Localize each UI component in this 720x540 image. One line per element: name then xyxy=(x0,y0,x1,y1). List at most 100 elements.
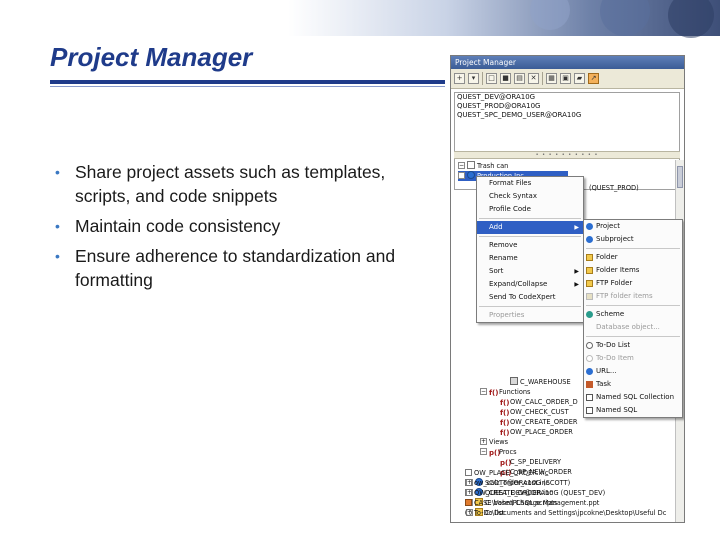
bullet-dot: • xyxy=(55,248,60,264)
tree-item-procs[interactable]: − p()Procs xyxy=(480,447,517,457)
dropdown-icon[interactable]: ▾ xyxy=(468,73,479,84)
submenu-item-folder[interactable]: Folder xyxy=(584,251,682,264)
print-icon[interactable]: ▤ xyxy=(514,73,525,84)
decor-orb xyxy=(530,0,570,30)
slide-title: Project Manager xyxy=(50,42,253,72)
menu-item-expand-collapse[interactable]: Expand/Collapse ▶ xyxy=(477,278,583,291)
bullet-item: • Ensure adherence to standardization and… xyxy=(55,246,396,290)
file-item[interactable]: OW_CREATE_ORDER.inc xyxy=(465,488,665,498)
tree-item-function[interactable]: f()OW_PLACE_ORDER xyxy=(500,427,573,437)
submenu-arrow-icon: ▶ xyxy=(574,281,579,288)
tree-item-views[interactable]: + Views xyxy=(480,437,508,447)
toolbar-separator xyxy=(542,72,543,85)
menu-item-sort[interactable]: Sort ▶ xyxy=(477,265,583,278)
menu-item-profile-code[interactable]: Profile Code xyxy=(477,203,583,216)
menu-item-check-syntax[interactable]: Check Syntax xyxy=(477,190,583,203)
url-icon xyxy=(586,368,593,375)
project-icon xyxy=(586,223,593,230)
file-icon xyxy=(465,489,472,496)
submenu-item-scheme[interactable]: Scheme xyxy=(584,308,682,321)
title-rule xyxy=(50,80,445,84)
submenu-item-subproject[interactable]: Subproject xyxy=(584,233,682,246)
submenu-item-ftp-folder-items[interactable]: FTP folder items xyxy=(584,290,682,303)
todo-icon xyxy=(586,342,593,349)
save-icon[interactable]: ■ xyxy=(500,73,511,84)
bullet-dot: • xyxy=(55,218,60,234)
splitter-handle[interactable]: • • • • • • • • • • xyxy=(454,151,680,159)
toolbar: + ▾ □ ■ ▤ ✕ ▦ ▣ ▰ ↗ xyxy=(451,69,684,89)
title-rule-thin xyxy=(50,86,445,87)
menu-separator xyxy=(586,336,680,337)
window-title: Project Manager xyxy=(451,56,684,69)
menu-item-format-files[interactable]: Format Files xyxy=(477,177,583,190)
menu-separator xyxy=(586,248,680,249)
tree-item-function[interactable]: f()OW_CALC_ORDER_D xyxy=(500,397,578,407)
menu-item-rename[interactable]: Rename xyxy=(477,252,583,265)
file-icon xyxy=(465,469,472,476)
submenu-item-named-sql[interactable]: Named SQL xyxy=(584,404,682,417)
file-item[interactable]: CASE based Change Management.ppt xyxy=(465,498,665,508)
function-icon: f() xyxy=(489,389,499,397)
project-connection: (QUEST_PROD) xyxy=(589,184,639,192)
bullet-item: • Maintain code consistency xyxy=(55,216,281,236)
tree-item-proc[interactable]: p()C_SP_DELIVERY xyxy=(500,457,561,467)
submenu-item-database-object[interactable]: Database object... xyxy=(584,321,682,334)
decor-orb xyxy=(668,0,714,38)
menu-separator xyxy=(479,306,581,307)
tree-item-function[interactable]: f()OW_CHECK_CUST xyxy=(500,407,569,417)
submenu-item-task[interactable]: Task xyxy=(584,378,682,391)
properties-icon[interactable]: ▣ xyxy=(560,73,571,84)
scrollbar-thumb[interactable] xyxy=(677,166,683,188)
header-banner xyxy=(0,0,720,38)
tree-item-warehouse[interactable]: C_WAREHOUSE xyxy=(510,377,571,387)
procedure-icon: p() xyxy=(489,449,501,457)
submenu-item-todo-list[interactable]: To-Do List xyxy=(584,339,682,352)
folder-items-icon xyxy=(586,267,593,274)
trash-icon xyxy=(467,161,475,169)
tree-item-trash[interactable]: − Trash can xyxy=(458,161,508,171)
project-manager-window: Project Manager + ▾ □ ■ ▤ ✕ ▦ ▣ ▰ ↗ QUES… xyxy=(450,55,685,523)
menu-item-properties[interactable]: Properties xyxy=(477,309,583,322)
file-item[interactable]: OW_PLACE_ORDER.inc xyxy=(465,468,665,478)
add-submenu: Project Subproject Folder Folder Items F… xyxy=(583,219,683,418)
delete-icon[interactable]: ✕ xyxy=(528,73,539,84)
connection-item[interactable]: QUEST_SPC_DEMO_USER@ORA10G xyxy=(455,111,679,120)
submenu-item-project[interactable]: Project xyxy=(584,220,682,233)
add-icon[interactable]: + xyxy=(454,73,465,84)
folder-open-icon[interactable]: ▰ xyxy=(574,73,585,84)
highlight-icon[interactable]: ↗ xyxy=(588,73,599,84)
procedure-icon: p() xyxy=(500,459,512,467)
submenu-item-todo-item[interactable]: To-Do Item xyxy=(584,352,682,365)
sql-collection-icon xyxy=(586,394,593,401)
submenu-item-folder-items[interactable]: Folder Items xyxy=(584,264,682,277)
schema-icon xyxy=(586,311,593,318)
function-icon: f() xyxy=(500,409,510,417)
file-item[interactable]: ow_calc_order_cost.inc xyxy=(465,478,665,488)
tree-item-function[interactable]: f()OW_CREATE_ORDER xyxy=(500,417,577,427)
menu-item-remove[interactable]: Remove xyxy=(477,239,583,252)
file-item[interactable]: To-Do list xyxy=(465,508,665,518)
tree-item-functions[interactable]: − f()Functions xyxy=(480,387,530,397)
connection-item[interactable]: QUEST_DEV@ORA10G xyxy=(455,93,679,102)
todo-item-icon xyxy=(586,355,593,362)
submenu-item-ftp-folder[interactable]: FTP Folder xyxy=(584,277,682,290)
file-icon xyxy=(465,479,472,486)
function-icon: f() xyxy=(500,429,510,437)
menu-item-add[interactable]: Add ▶ xyxy=(477,221,583,234)
task-icon xyxy=(586,381,593,388)
submenu-item-url[interactable]: URL... xyxy=(584,365,682,378)
todo-icon xyxy=(465,509,472,516)
grid-icon[interactable]: ▦ xyxy=(546,73,557,84)
menu-separator xyxy=(479,236,581,237)
new-file-icon[interactable]: □ xyxy=(486,73,497,84)
toolbar-separator xyxy=(482,72,483,85)
named-sql-icon xyxy=(586,407,593,414)
menu-item-send-to-codexpert[interactable]: Send To CodeXpert xyxy=(477,291,583,304)
submenu-item-named-sql-collection[interactable]: Named SQL Collection xyxy=(584,391,682,404)
project-icon xyxy=(467,171,475,179)
connection-item[interactable]: QUEST_PROD@ORA10G xyxy=(455,102,679,111)
table-icon xyxy=(510,377,518,385)
file-list: OW_PLACE_ORDER.inc ow_calc_order_cost.in… xyxy=(465,468,665,518)
bullet-item: • Share project assets such as templates,… xyxy=(55,162,386,206)
submenu-arrow-icon: ▶ xyxy=(574,268,579,275)
